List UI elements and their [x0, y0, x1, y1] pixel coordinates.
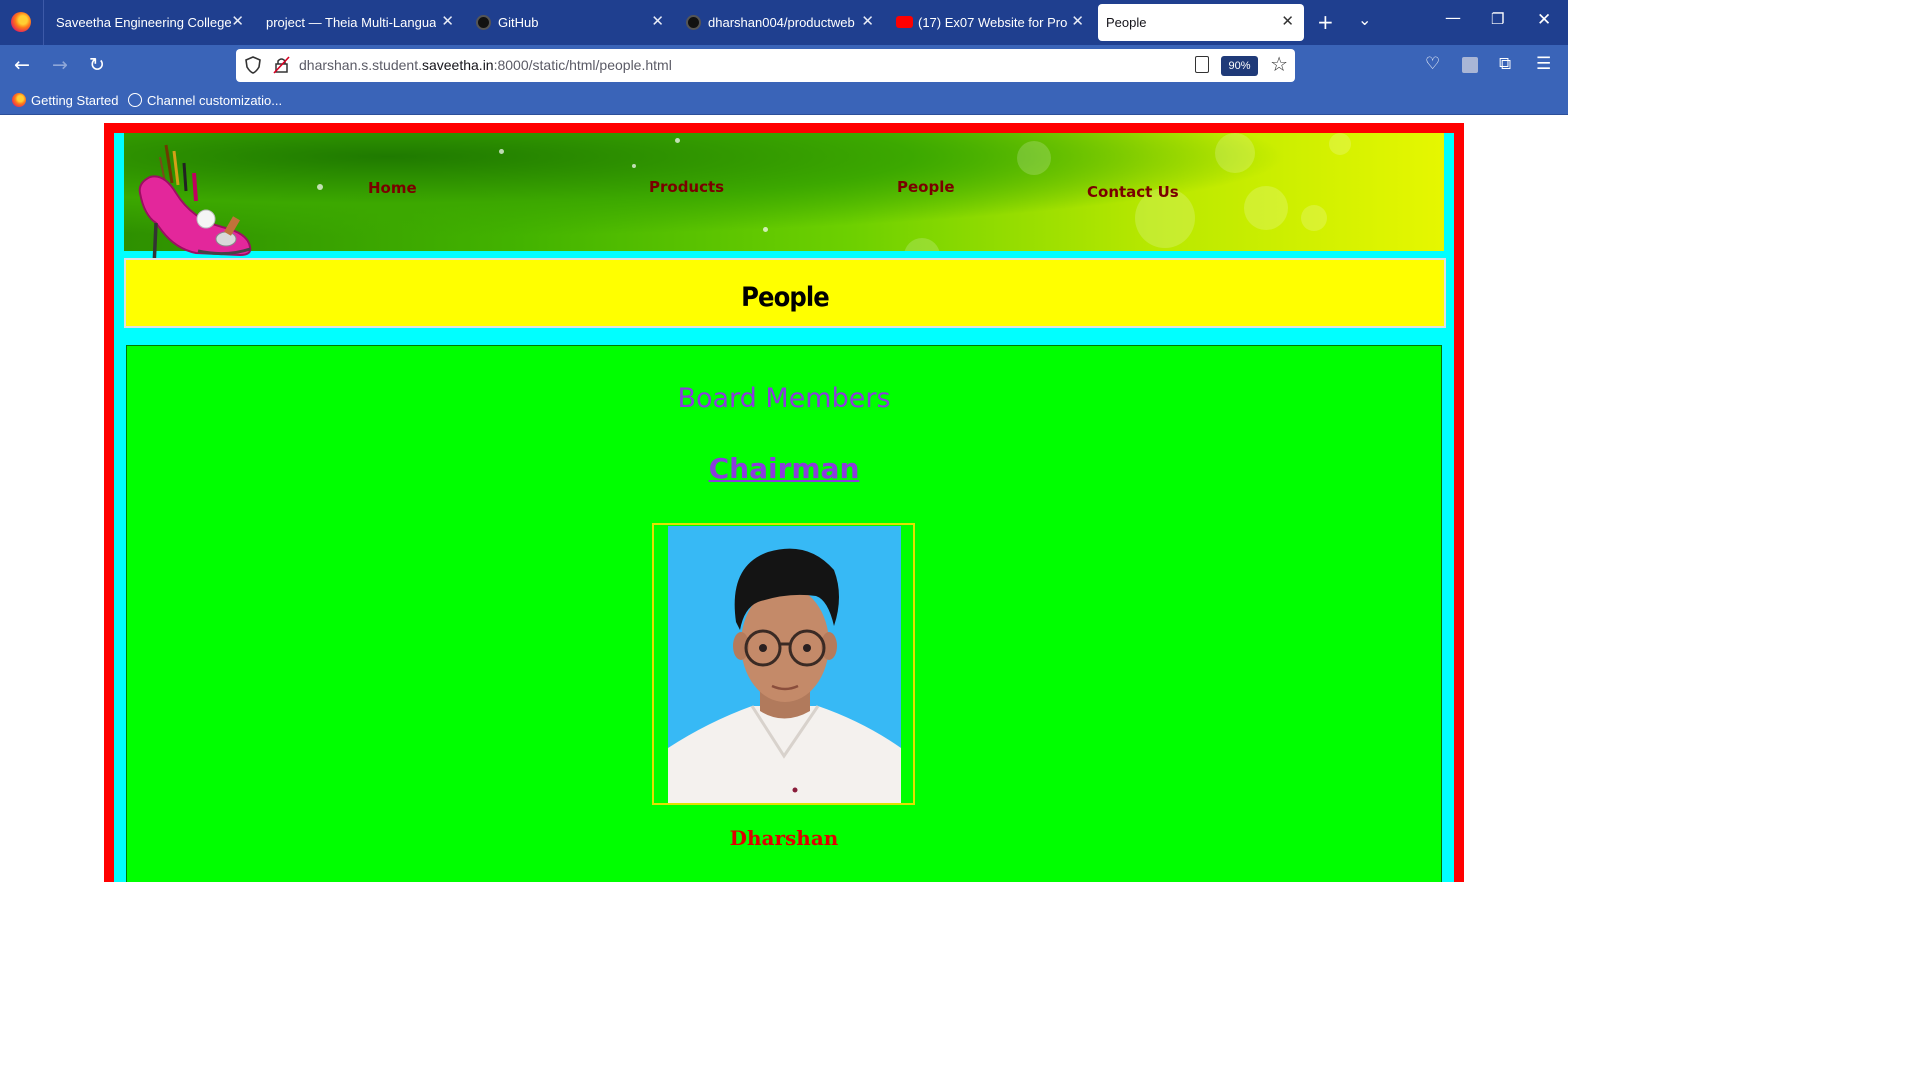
bookmarks-toolbar: Getting Started Channel customizatio... — [0, 88, 1568, 115]
bookmark-getting-started[interactable]: Getting Started — [12, 93, 118, 108]
close-window-button[interactable]: ✕ — [1537, 10, 1551, 30]
address-bar[interactable]: dharshan.s.student.saveetha.in:8000/stat… — [236, 49, 1295, 82]
header-banner: Home Products People Contact Us — [124, 133, 1444, 251]
tab-title: Saveetha Engineering College — [56, 15, 232, 30]
bookmark-star-icon[interactable]: ☆ — [1270, 52, 1288, 76]
tab-title: dharshan004/productweb — [708, 15, 855, 30]
bokeh-dot — [763, 227, 768, 232]
tab-theia[interactable]: project — Theia Multi-Language ✕ — [254, 4, 464, 41]
pocket-icon[interactable]: ♡ — [1425, 54, 1440, 74]
page-title-box: People — [124, 258, 1446, 328]
navigation-toolbar: ← → ↻ dharshan.s.student.saveetha.in:800… — [0, 45, 1568, 88]
close-icon[interactable]: ✕ — [861, 12, 874, 30]
tracking-shield-icon[interactable] — [245, 56, 261, 74]
minimize-button[interactable]: — — [1445, 8, 1461, 27]
tab-people[interactable]: People ✕ — [1098, 4, 1304, 41]
menu-hamburger-icon[interactable]: ☰ — [1536, 54, 1551, 74]
nav-contact-link[interactable]: Contact Us — [1087, 183, 1179, 201]
tab-bar: Saveetha Engineering College ✕ project —… — [0, 0, 1568, 45]
bokeh-circle — [1329, 133, 1351, 155]
bokeh-circle — [1017, 141, 1051, 175]
content-panel: Board Members Chairman Dharshan — [126, 345, 1442, 882]
close-icon[interactable]: ✕ — [1281, 12, 1294, 30]
youtube-icon — [896, 16, 913, 28]
list-tabs-chevron-icon[interactable]: ⌄ — [1358, 10, 1371, 29]
member-name: Dharshan — [729, 826, 839, 850]
member-photo-frame — [652, 523, 915, 805]
bokeh-circle — [1301, 205, 1327, 231]
tab-github[interactable]: GitHub ✕ — [464, 4, 674, 41]
nav-home-link[interactable]: Home — [368, 179, 417, 197]
globe-icon — [128, 93, 142, 107]
firefox-logo-icon[interactable] — [11, 12, 31, 32]
back-arrow-icon[interactable]: ← — [14, 54, 30, 76]
url-text[interactable]: dharshan.s.student.saveetha.in:8000/stat… — [299, 57, 672, 73]
inner-border: Home Products People Contact Us People B… — [114, 133, 1454, 882]
close-icon[interactable]: ✕ — [441, 12, 454, 30]
close-icon[interactable]: ✕ — [1071, 12, 1084, 30]
github-icon — [476, 15, 491, 30]
bookmark-channel-customization[interactable]: Channel customizatio... — [128, 93, 282, 108]
reload-icon[interactable]: ↻ — [89, 54, 105, 76]
chairman-heading[interactable]: Chairman — [127, 452, 1441, 485]
bokeh-circle — [1244, 186, 1288, 230]
tab-productweb[interactable]: dharshan004/productweb ✕ — [674, 4, 884, 41]
insecure-lock-icon[interactable] — [273, 56, 290, 74]
github-icon — [686, 15, 701, 30]
reader-view-icon[interactable] — [1195, 56, 1209, 73]
member-photo — [668, 526, 901, 803]
page-viewport: Home Products People Contact Us People B… — [0, 115, 1568, 882]
bokeh-dot — [675, 138, 680, 143]
page-title: People — [741, 282, 830, 313]
bokeh-dot — [632, 164, 636, 168]
tab-title: People — [1106, 15, 1147, 30]
browser-chrome: Saveetha Engineering College ✕ project —… — [0, 0, 1568, 115]
firefox-icon — [12, 93, 26, 107]
close-icon[interactable]: ✕ — [651, 12, 664, 30]
extension-icon[interactable] — [1462, 57, 1478, 73]
tab-youtube[interactable]: (17) Ex07 Website for Produ ✕ — [884, 4, 1094, 41]
high-heel-logo[interactable] — [136, 143, 256, 268]
tab-title: project — Theia Multi-Language — [266, 15, 436, 30]
zoom-level-badge[interactable]: 90% — [1221, 56, 1258, 76]
outer-border: Home Products People Contact Us People B… — [104, 123, 1464, 882]
close-icon[interactable]: ✕ — [231, 12, 244, 30]
bokeh-dot — [317, 184, 323, 190]
restore-button[interactable]: ❐ — [1491, 10, 1504, 28]
bokeh-circle — [904, 238, 940, 251]
bokeh-dot — [499, 149, 504, 154]
extensions-puzzle-icon[interactable]: ⧉ — [1499, 54, 1511, 74]
nav-products-link[interactable]: Products — [649, 178, 724, 196]
tab-title: GitHub — [498, 15, 539, 30]
bokeh-circle — [1215, 133, 1255, 173]
board-members-heading: Board Members — [677, 383, 891, 414]
new-tab-button[interactable]: + — [1317, 10, 1334, 34]
tab-saveetha[interactable]: Saveetha Engineering College ✕ — [44, 4, 254, 41]
tab-title: (17) Ex07 Website for Produ — [918, 15, 1068, 30]
nav-people-link[interactable]: People — [897, 178, 955, 196]
forward-arrow-icon[interactable]: → — [52, 54, 68, 76]
